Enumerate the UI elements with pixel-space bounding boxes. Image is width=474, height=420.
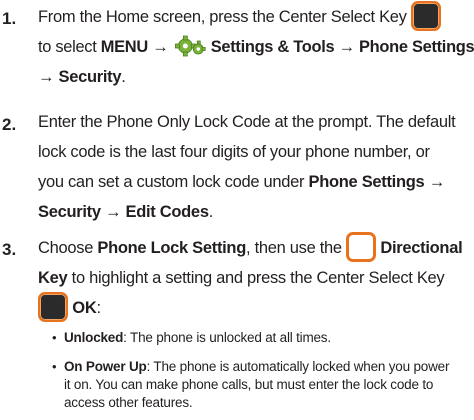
bullet-dot-icon: • xyxy=(52,359,57,374)
text-line: to select MENU → Settings & Tools → Phon… xyxy=(38,32,474,62)
step-number: 1. xyxy=(2,9,17,28)
bullet-dot-icon: • xyxy=(52,330,57,345)
directional-key-icon xyxy=(346,231,377,262)
text-line: Key to highlight a setting and press the… xyxy=(38,269,445,287)
step-text: Choose Phone Lock Setting, then use the … xyxy=(38,231,474,327)
step-number: 3. xyxy=(2,240,17,259)
step-text: Enter the Phone Only Lock Code at the pr… xyxy=(38,107,474,227)
center-select-key-icon xyxy=(38,291,68,322)
text-line: Choose Phone Lock Setting, then use the … xyxy=(38,231,474,263)
step-text: From the Home screen, press the Center S… xyxy=(38,0,474,92)
settings-gear-icon xyxy=(175,35,206,57)
text-line: From the Home screen, press the Center S… xyxy=(38,0,474,32)
text-line: you can set a custom lock code under Pho… xyxy=(38,173,445,191)
text-line: OK: xyxy=(38,291,474,327)
text-line: → Security. xyxy=(38,68,126,86)
center-select-key-icon xyxy=(410,0,441,31)
text-line: Security → Edit Codes. xyxy=(38,203,213,221)
text-line: lock code is the last four digits of you… xyxy=(38,143,430,161)
text-line: Enter the Phone Only Lock Code at the pr… xyxy=(38,113,456,131)
step-number: 2. xyxy=(2,115,17,134)
